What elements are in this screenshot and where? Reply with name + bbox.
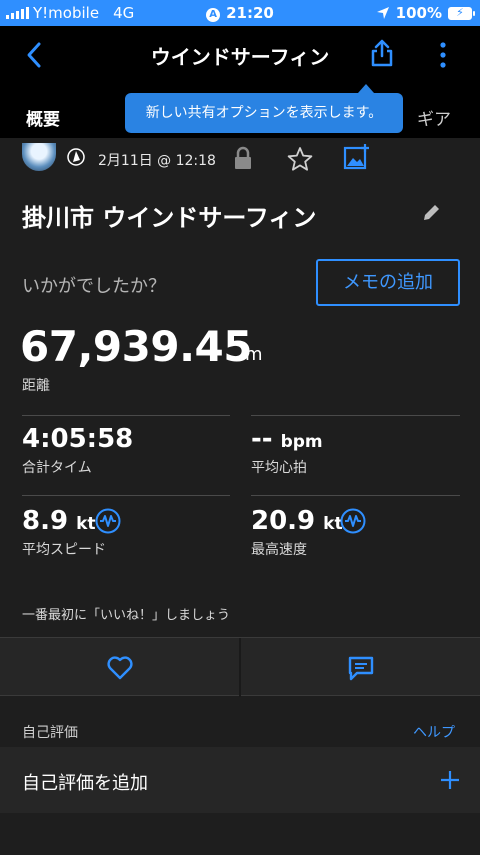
divider [22, 495, 230, 496]
location-arrow-icon [376, 7, 389, 19]
tab-summary[interactable]: 概要 [26, 105, 60, 130]
feeling-question: いかがでしたか？ [22, 276, 166, 297]
bottom-area [0, 813, 480, 855]
self-evaluation-title: 自己評価 [22, 725, 78, 741]
status-bar: Y!mobile 4G A 21:20 100% ⚡ [0, 0, 480, 26]
divider [251, 495, 460, 496]
battery-icon: ⚡ [448, 6, 475, 20]
add-memo-button[interactable]: メモの追加 [316, 259, 460, 306]
divider [251, 415, 460, 416]
windsurf-sport-icon [67, 148, 85, 166]
time-label: 21:20 [226, 4, 274, 22]
avg-speed-number: 8.9 [22, 506, 69, 536]
star-icon[interactable] [287, 146, 313, 172]
distance-value: 67,939.45 [20, 322, 252, 371]
battery-label: 100% [395, 4, 442, 22]
max-speed-number: 20.9 [251, 506, 316, 536]
app-header: ウインドサーフィン 概要 ギア 新しい共有オプションを表示します。 [0, 26, 480, 138]
page-title: ウインドサーフィン [150, 45, 330, 69]
avg-speed-value: 8.9 kt [22, 506, 96, 536]
kudos-prompt: 一番最初に「いいね！」しましょう [22, 608, 231, 623]
total-time-number: 4:05:58 [22, 424, 134, 454]
edit-pencil-icon[interactable] [421, 203, 441, 223]
social-action-bar [0, 637, 480, 697]
add-self-evaluation-row[interactable]: 自己評価を追加 [0, 747, 480, 813]
avg-hr-label: 平均心拍 [251, 460, 307, 476]
activity-date: 2月11日 @ 12:18 [98, 153, 216, 169]
share-button[interactable] [369, 38, 395, 68]
tab-gear[interactable]: ギア [417, 105, 451, 130]
avg-speed-unit: kt [76, 514, 96, 534]
max-speed-chart-icon[interactable] [340, 508, 366, 534]
avg-hr-unit: bpm [280, 432, 323, 452]
distance-unit: m [245, 344, 263, 365]
status-right: 100% ⚡ [376, 4, 475, 22]
distance-label: 距離 [22, 378, 50, 394]
max-speed-label: 最高速度 [251, 542, 307, 558]
activity-name: 掛川市 ウインドサーフィン [22, 204, 317, 232]
avg-hr-value: -- bpm [251, 424, 323, 454]
avg-hr-number: -- [251, 424, 273, 454]
avg-speed-label: 平均スピード [22, 542, 106, 558]
like-button[interactable] [106, 655, 134, 681]
total-time-value: 4:05:58 [22, 424, 133, 454]
help-link[interactable]: ヘルプ [413, 722, 455, 742]
location-services-icon: A [206, 8, 221, 22]
share-options-tooltip[interactable]: 新しい共有オプションを表示します。 [125, 84, 403, 133]
add-photo-icon[interactable] [343, 144, 371, 170]
avatar[interactable] [22, 143, 56, 171]
divider [22, 415, 230, 416]
more-options-button[interactable] [434, 40, 452, 70]
lock-icon[interactable] [233, 146, 253, 170]
total-time-label: 合計タイム [22, 460, 92, 476]
avg-speed-chart-icon[interactable] [95, 508, 121, 534]
plus-icon[interactable] [440, 770, 460, 790]
add-self-evaluation-label: 自己評価を追加 [22, 773, 148, 794]
max-speed-value: 20.9 kt [251, 506, 343, 536]
comment-button[interactable] [347, 655, 375, 681]
action-separator [239, 638, 241, 697]
